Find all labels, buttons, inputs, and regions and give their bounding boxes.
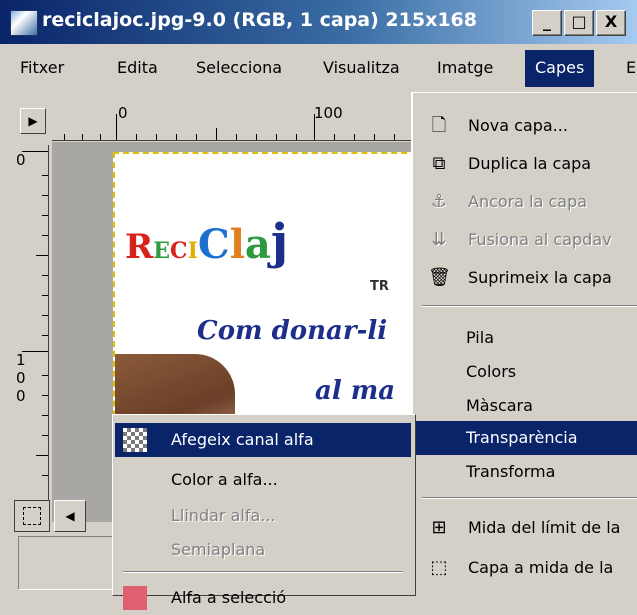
menu-item-nova-capa[interactable]: 🗋 Nova capa... (412, 109, 637, 143)
menu-separator (422, 305, 637, 307)
menu-item-duplica-capa[interactable]: ⧉ Duplica la capa (412, 147, 637, 181)
menu-item-mascara[interactable]: Màscara (412, 389, 637, 423)
menu-imatge[interactable]: Imatge (437, 58, 493, 77)
menu-item-semiaplana: Semiaplana (171, 540, 266, 559)
menu-item-mida-limit[interactable]: ⊞ Mida del límit de la (412, 511, 637, 545)
transparency-submenu: Afegeix canal alfa Color a alfa... Llind… (112, 414, 416, 610)
add-alpha-icon (123, 428, 147, 452)
menu-item-ancora-capa: ⚓ Ancora la capa (412, 185, 637, 219)
app-icon[interactable] (10, 10, 38, 36)
menu-fitxer[interactable]: Fitxer (20, 58, 64, 77)
quick-mask-corner-button[interactable]: ▶ (20, 108, 46, 134)
navigate-button[interactable] (14, 500, 50, 532)
menu-edita[interactable]: Edita (117, 58, 158, 77)
menu-item-pila[interactable]: Pila (412, 321, 637, 355)
menu-item-transparencia[interactable]: Transparència (412, 421, 637, 455)
image-script-line1: Com donar-li (197, 316, 388, 346)
ruler-h-zero: 0 (118, 104, 128, 122)
maximize-button[interactable]: □ (564, 10, 594, 36)
menu-selecciona[interactable]: Selecciona (196, 58, 282, 77)
title-bar[interactable]: reciclajoc.jpg-9.0 (RGB, 1 capa) 215x168… (0, 0, 637, 44)
menu-overflow[interactable]: E (626, 58, 636, 77)
ruler-v-zero: 0 (16, 151, 26, 169)
minimize-button[interactable]: _ (532, 10, 562, 36)
alpha-to-selection-icon (123, 586, 147, 610)
menu-item-suprimeix-capa[interactable]: 🗑 Suprimeix la capa (412, 261, 637, 295)
close-button[interactable]: X (596, 10, 626, 36)
duplicate-icon: ⧉ (432, 153, 446, 174)
merge-down-icon: ⇊ (431, 229, 447, 250)
scroll-left-arrow-icon[interactable]: ◀ (54, 500, 86, 532)
logo-text: RECIClaj (125, 214, 289, 270)
menu-separator (422, 497, 637, 499)
anchor-icon: ⚓ (430, 191, 448, 212)
menu-item-fusiona-capdavall: ⇊ Fusiona al capdav (412, 223, 637, 257)
menu-separator (123, 571, 403, 573)
ruler-h-hundred: 100 (314, 104, 343, 122)
menu-item-llindar-alfa: Llindar alfa... (171, 506, 276, 525)
horizontal-ruler: 0 100 (52, 100, 422, 141)
menu-item-colors[interactable]: Colors (412, 355, 637, 389)
menu-item-afegeix-canal-alfa[interactable]: Afegeix canal alfa (115, 423, 411, 457)
menu-item-alfa-a-seleccio[interactable]: Alfa a selecció (115, 581, 411, 615)
menu-capes[interactable]: Capes (525, 50, 595, 87)
vertical-ruler: 0 1 0 0 (14, 145, 49, 505)
menu-item-transforma[interactable]: Transforma (412, 455, 637, 489)
new-layer-icon: 🗋 (431, 115, 447, 136)
image-small-text: TR (370, 279, 389, 294)
status-area (18, 536, 120, 590)
image-script-line2: al ma (315, 376, 396, 406)
window-title: reciclajoc.jpg-9.0 (RGB, 1 capa) 215x168 (42, 9, 477, 31)
trash-icon: 🗑 (428, 267, 451, 288)
menu-item-capa-a-mida[interactable]: ⬚ Capa a mida de la (412, 551, 637, 585)
layer-boundary-icon: ⊞ (431, 517, 447, 538)
menu-visualitza[interactable]: Visualitza (323, 58, 400, 77)
menu-bar: Fitxer Edita Selecciona Visualitza Imatg… (0, 44, 637, 88)
capes-menu: 🗋 Nova capa... ⧉ Duplica la capa ⚓ Ancor… (411, 92, 637, 595)
layer-to-image-size-icon: ⬚ (430, 557, 448, 578)
menu-item-color-a-alfa[interactable]: Color a alfa... (115, 463, 411, 497)
